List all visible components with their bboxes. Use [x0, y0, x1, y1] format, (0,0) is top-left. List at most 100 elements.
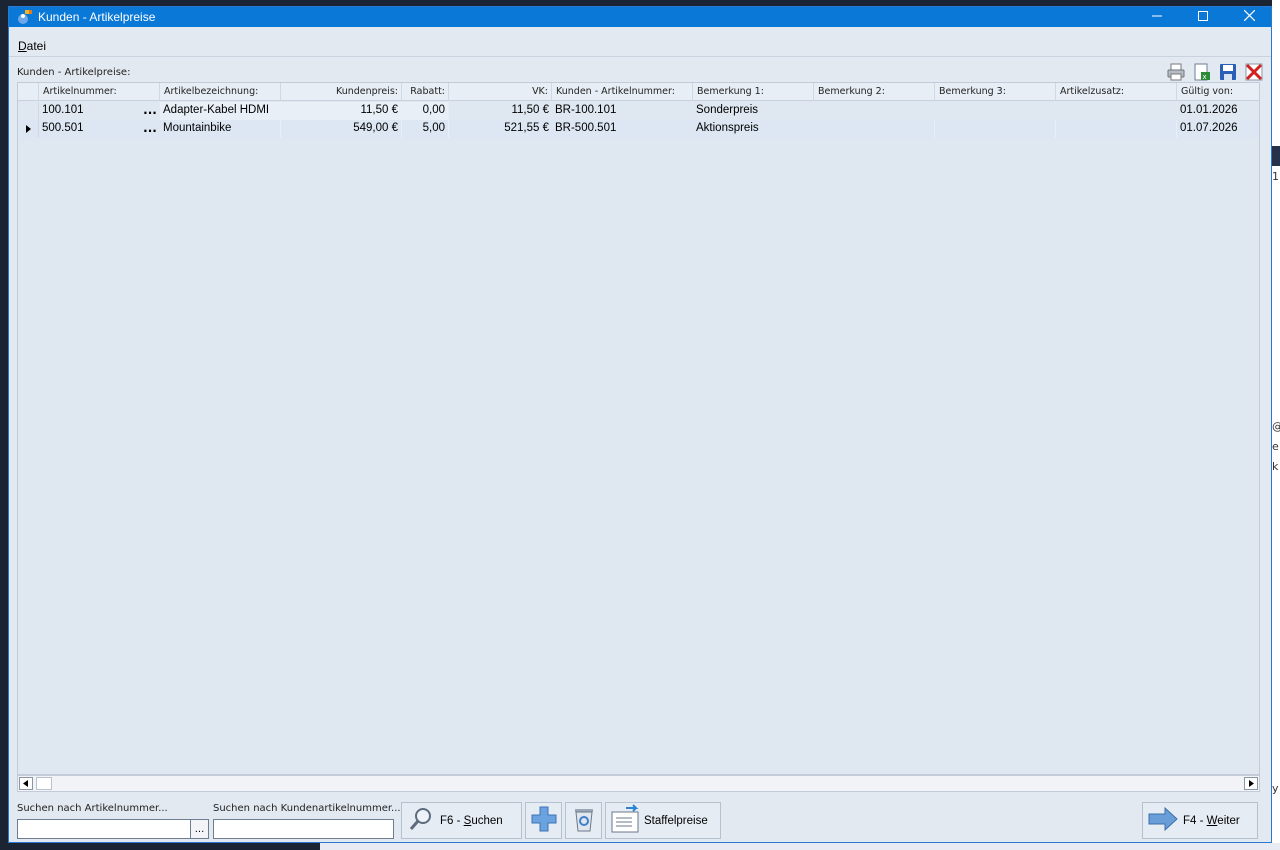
cell-gueltig-von[interactable]: 01.07.2026 — [1177, 120, 1259, 138]
window-title: Kunden - Artikelpreise — [38, 10, 156, 24]
search-kundenartikelnummer-input[interactable] — [213, 819, 394, 839]
scroll-left-button[interactable] — [19, 777, 33, 790]
recycle-bin-icon — [571, 805, 597, 836]
arrow-right-icon — [1245, 779, 1257, 792]
search-kundenartikelnummer-label: Suchen nach Kundenartikelnummer... — [213, 803, 401, 814]
background-taskbar-strip — [0, 843, 1280, 850]
cell-bemerkung1[interactable]: Aktionspreis — [693, 120, 814, 138]
search-artikelnummer-input[interactable] — [17, 819, 191, 839]
delete-button[interactable] — [1243, 63, 1265, 83]
cell-gueltig-von[interactable]: 01.01.2026 — [1177, 102, 1259, 120]
background-char: 1 — [1272, 170, 1279, 183]
table-row[interactable]: 100.101 ... Adapter-Kabel HDMI 11,50 € 0… — [18, 102, 1259, 120]
search-artikelnummer-lookup-button[interactable]: ... — [190, 819, 209, 839]
cell-bemerkung3[interactable] — [935, 102, 1056, 120]
arrow-left-icon — [20, 779, 32, 792]
grid-toolbar: x — [1165, 63, 1265, 83]
magnifier-icon — [408, 806, 434, 835]
main-window: Kunden - Artikelpreise Datei Kunden - Ar… — [8, 6, 1272, 843]
add-button[interactable] — [525, 802, 562, 839]
background-char: e — [1272, 440, 1279, 453]
printer-icon — [1167, 63, 1185, 84]
suchen-button[interactable]: F6 - Suchen — [401, 802, 522, 839]
menu-bar: Datei — [9, 35, 1271, 57]
current-row-arrow-icon — [26, 125, 31, 133]
weiter-label: F4 - Weiter — [1183, 814, 1240, 827]
artikelpreise-grid[interactable]: Artikelnummer: Artikelbezeichnung: Kunde… — [17, 82, 1260, 775]
arrow-right-icon — [1147, 806, 1179, 835]
maximize-button[interactable] — [1180, 7, 1226, 27]
excel-export-icon: x — [1193, 63, 1211, 84]
suchen-label: F6 - Suchen — [440, 814, 503, 827]
title-bar[interactable]: Kunden - Artikelpreise — [9, 7, 1271, 27]
column-header[interactable]: Bemerkung 3: — [935, 83, 1056, 101]
column-header[interactable]: Gültig von: — [1177, 83, 1259, 101]
artikel-lookup-button[interactable]: ... — [140, 120, 160, 138]
scroll-thumb[interactable] — [36, 777, 52, 790]
cell-kundenartikelnummer[interactable]: BR-100.101 — [552, 102, 693, 120]
column-header[interactable]: Artikelzusatz: — [1056, 83, 1177, 101]
cell-vk[interactable]: 521,55 € — [449, 120, 552, 138]
staffelpreise-icon — [610, 804, 642, 837]
background-char: k — [1272, 460, 1279, 473]
grid-caption: Kunden - Artikelpreise: — [17, 67, 131, 78]
search-artikelnummer-label: Suchen nach Artikelnummer... — [17, 803, 168, 814]
background-char: @ — [1272, 420, 1280, 433]
column-header[interactable]: VK: — [449, 83, 552, 101]
grid-header: Artikelnummer: Artikelbezeichnung: Kunde… — [18, 83, 1259, 101]
minimize-icon — [1152, 11, 1162, 24]
red-x-icon — [1245, 63, 1263, 84]
menu-datei-label: atei — [26, 39, 47, 53]
excel-export-button[interactable]: x — [1191, 63, 1213, 83]
horizontal-scrollbar[interactable] — [17, 775, 1260, 792]
cell-artikelnummer[interactable]: 500.501 — [39, 120, 140, 138]
cell-artikelzusatz[interactable] — [1056, 102, 1177, 120]
cell-bezeichnung[interactable]: Mountainbike — [160, 120, 281, 138]
background-char: y — [1272, 782, 1279, 795]
column-header[interactable]: Bemerkung 1: — [693, 83, 814, 101]
column-header[interactable]: Rabatt: — [402, 83, 449, 101]
column-header[interactable]: Bemerkung 2: — [814, 83, 935, 101]
minimize-button[interactable] — [1134, 7, 1180, 27]
cell-artikelnummer[interactable]: 100.101 — [39, 102, 140, 120]
cell-bemerkung3[interactable] — [935, 120, 1056, 138]
menu-datei[interactable]: Datei — [18, 39, 46, 53]
print-button[interactable] — [1165, 63, 1187, 83]
row-indicator — [18, 120, 39, 138]
cell-kundenartikelnummer[interactable]: BR-500.501 — [552, 120, 693, 138]
staffelpreise-label: Staffelpreise — [644, 814, 708, 827]
save-icon — [1219, 63, 1237, 84]
save-button[interactable] — [1217, 63, 1239, 83]
close-icon — [1243, 9, 1255, 24]
background-window-edge: 1 @ e k y — [1272, 0, 1280, 850]
background-block — [1272, 146, 1280, 166]
close-button[interactable] — [1226, 7, 1272, 27]
row-indicator — [18, 102, 39, 120]
cell-bemerkung1[interactable]: Sonderpreis — [693, 102, 814, 120]
cell-rabatt[interactable]: 0,00 — [402, 102, 449, 120]
header-indicator — [18, 83, 39, 101]
cell-rabatt[interactable]: 5,00 — [402, 120, 449, 138]
svg-text:x: x — [1203, 73, 1207, 81]
delete-entry-button[interactable] — [565, 802, 602, 839]
cell-bemerkung2[interactable] — [814, 102, 935, 120]
column-header[interactable]: Artikelnummer: — [39, 83, 160, 101]
artikel-lookup-button[interactable]: ... — [140, 102, 160, 120]
staffelpreise-button[interactable]: Staffelpreise — [605, 802, 721, 839]
app-icon — [17, 9, 33, 25]
maximize-icon — [1198, 10, 1208, 24]
cell-vk[interactable]: 11,50 € — [449, 102, 552, 120]
column-header[interactable]: Kundenpreis: — [281, 83, 402, 101]
weiter-button[interactable]: F4 - Weiter — [1142, 802, 1258, 839]
plus-icon — [530, 805, 558, 836]
scroll-right-button[interactable] — [1244, 777, 1258, 790]
menu-datei-mnemonic: D — [18, 39, 27, 53]
cell-kundenpreis[interactable]: 549,00 € — [281, 120, 402, 138]
cell-kundenpreis[interactable]: 11,50 € — [281, 102, 402, 120]
cell-bezeichnung[interactable]: Adapter-Kabel HDMI — [160, 102, 281, 120]
column-header[interactable]: Kunden - Artikelnummer: — [552, 83, 693, 101]
table-row[interactable]: 500.501 ... Mountainbike 549,00 € 5,00 5… — [18, 120, 1259, 138]
cell-artikelzusatz[interactable] — [1056, 120, 1177, 138]
column-header[interactable]: Artikelbezeichnung: — [160, 83, 281, 101]
cell-bemerkung2[interactable] — [814, 120, 935, 138]
